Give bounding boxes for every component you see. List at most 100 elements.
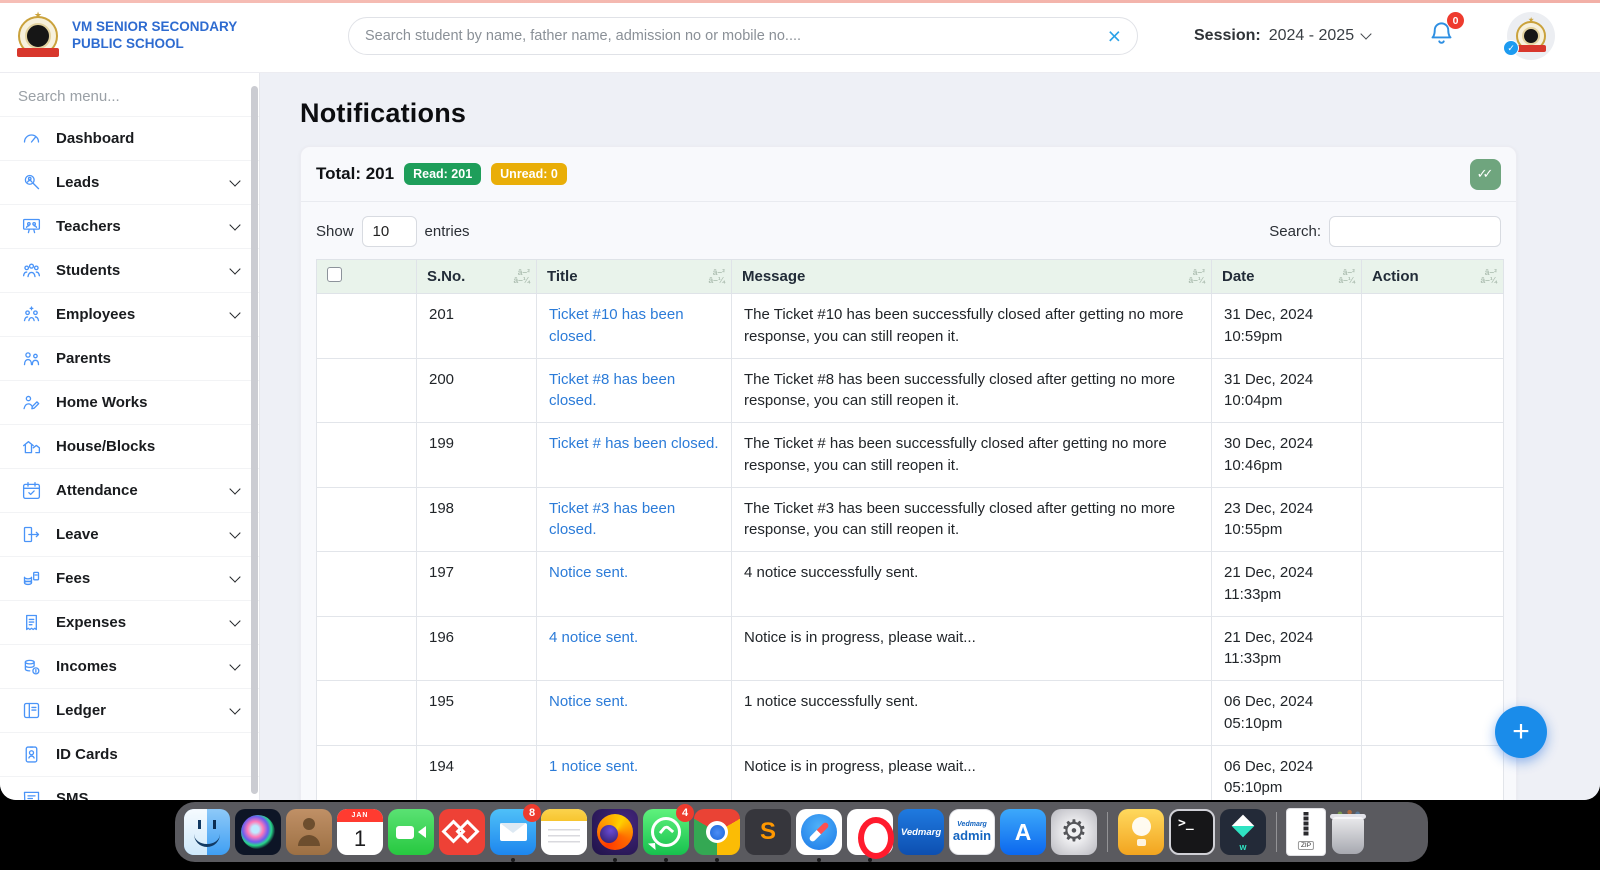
calendar-icon[interactable]: JAN 1 [337,809,383,855]
anydesk-icon[interactable] [439,809,485,855]
total-count: Total: 201 [316,164,395,183]
sidebar-item-house-blocks[interactable]: House/Blocks [0,424,259,468]
notification-title-link[interactable]: Ticket #10 has been closed. [549,306,684,345]
parents-icon [20,348,42,370]
sidebar-item-label: Students [56,262,121,279]
notification-title-link[interactable]: Notice sent. [549,693,628,710]
contacts-icon[interactable] [286,809,332,855]
clear-search-icon[interactable]: × [1108,24,1121,48]
students-icon [20,260,42,282]
row-action-cell [1361,293,1504,359]
select-all-checkbox[interactable] [327,267,342,282]
menu-search-input[interactable] [18,88,198,105]
sidebar-scrollbar[interactable] [251,86,258,794]
dashboard-icon [20,128,42,150]
notes-icon[interactable] [541,809,587,855]
sublime-text-icon[interactable]: S [745,809,791,855]
notifications-bell[interactable]: 0 [1428,12,1465,52]
session-selector[interactable]: Session: 2024 - 2025 [1194,27,1372,45]
sidebar-item-parents[interactable]: Parents [0,336,259,380]
student-search-input[interactable] [365,28,1100,44]
sidebar-item-leads[interactable]: Leads [0,160,259,204]
row-action-cell [1361,615,1504,681]
sidebar-item-sms[interactable]: SMS [0,776,259,800]
zip-file-icon[interactable]: ZIP [1287,809,1325,855]
sidebar-item-employees[interactable]: Employees [0,292,259,336]
page-size-input[interactable] [361,216,417,247]
sidebar-item-teachers[interactable]: Teachers [0,204,259,248]
row-action-cell [1361,551,1504,617]
row-title-cell: Ticket #10 has been closed. [536,293,732,359]
system-settings-icon[interactable]: ⚙ [1051,809,1097,855]
lightbulb-app-icon[interactable] [1118,809,1164,855]
school-brand[interactable]: ★ VM SENIOR SECONDARY PUBLIC SCHOOL [0,10,260,60]
sidebar-item-label: Expenses [56,614,127,631]
id-cards-icon [20,744,42,766]
sidebar-item-home-works[interactable]: Home Works [0,380,259,424]
vedmarg-icon[interactable]: Vedmarg [898,809,944,855]
dock-divider [1276,812,1277,852]
sidebar-item-id-cards[interactable]: ID Cards [0,732,259,776]
opera-icon[interactable] [847,809,894,862]
column-header-message[interactable]: Message â–² â–¼ [731,259,1212,294]
notification-title-link[interactable]: Ticket #3 has been closed. [549,500,675,539]
notification-title-link[interactable]: 4 notice sent. [549,629,638,646]
table-row: 195 Notice sent. 1 notice successfully sen… [316,680,1504,746]
sidebar-item-incomes[interactable]: Incomes [0,644,259,688]
show-label: Show [316,223,354,240]
entries-label: entries [424,223,470,240]
sidebar-item-expenses[interactable]: Expenses [0,600,259,644]
student-search-bar[interactable]: × [348,17,1138,55]
notification-title-link[interactable]: 1 notice sent. [549,758,638,775]
column-header-title[interactable]: Title â–² â–¼ [536,259,732,294]
row-sno: 195 [416,680,537,746]
sidebar-item-dashboard[interactable]: Dashboard [0,116,259,160]
column-header-s-no-[interactable]: S.No. â–² â–¼ [416,259,537,294]
expenses-icon [20,612,42,634]
window-top-accent [0,0,1600,3]
trash-icon[interactable] [1330,809,1366,855]
sidebar-item-label: Ledger [56,702,107,719]
column-header-date[interactable]: Date â–² â–¼ [1211,259,1362,294]
row-title-cell: Notice sent. [536,680,732,746]
sidebar-item-fees[interactable]: Fees [0,556,259,600]
profile-avatar[interactable]: ★ ✓ [1503,12,1556,60]
leads-icon [20,172,42,194]
menu-search[interactable] [0,72,259,116]
notification-title-link[interactable]: Ticket # has been closed. [549,435,719,452]
add-button[interactable]: + [1495,706,1547,758]
notification-title-link[interactable]: Ticket #8 has been closed. [549,371,675,410]
school-name: VM SENIOR SECONDARY PUBLIC SCHOOL [72,19,238,51]
dock-divider [1107,812,1108,852]
mail-icon[interactable]: 8 [490,804,541,862]
sidebar-item-students[interactable]: Students [0,248,259,292]
firefox-icon[interactable] [592,809,638,862]
filmora-icon[interactable]: w [1220,809,1266,855]
vedmarg-admin-icon[interactable]: Vedmarg admin [949,809,995,855]
column-header-action[interactable]: Action â–² â–¼ [1361,259,1504,294]
whatsapp-icon[interactable]: 4 [643,804,694,862]
finder-icon[interactable] [184,809,230,855]
select-all-header [316,259,417,294]
sort-icon: â–² â–¼ [1188,266,1205,286]
sidebar-item-label: SMS [56,790,89,800]
unread-badge: Unread: 0 [491,163,567,185]
table-search-input[interactable] [1329,216,1501,247]
notification-title-link[interactable]: Notice sent. [549,564,628,581]
sidebar-item-leave[interactable]: Leave [0,512,259,556]
chrome-icon[interactable] [694,809,740,862]
safari-icon[interactable] [796,809,842,862]
facetime-icon[interactable] [388,809,434,855]
row-message: Notice is in progress, please wait... [731,615,1212,681]
row-date: 06 Dec, 2024 05:10pm [1211,744,1362,800]
app-store-icon[interactable]: A [1000,809,1046,855]
siri-icon[interactable] [235,809,281,855]
sidebar-item-attendance[interactable]: Attendance [0,468,259,512]
mark-all-read-button[interactable]: ✓✓ [1470,158,1501,190]
sidebar-item-ledger[interactable]: Ledger [0,688,259,732]
chevron-down-icon [229,703,241,715]
terminal-icon[interactable]: >_ [1169,809,1215,855]
whatsapp-badge: 4 [676,804,694,822]
row-sno: 196 [416,615,537,681]
table-row: 198 Ticket #3 has been closed. The Ticket … [316,486,1504,552]
